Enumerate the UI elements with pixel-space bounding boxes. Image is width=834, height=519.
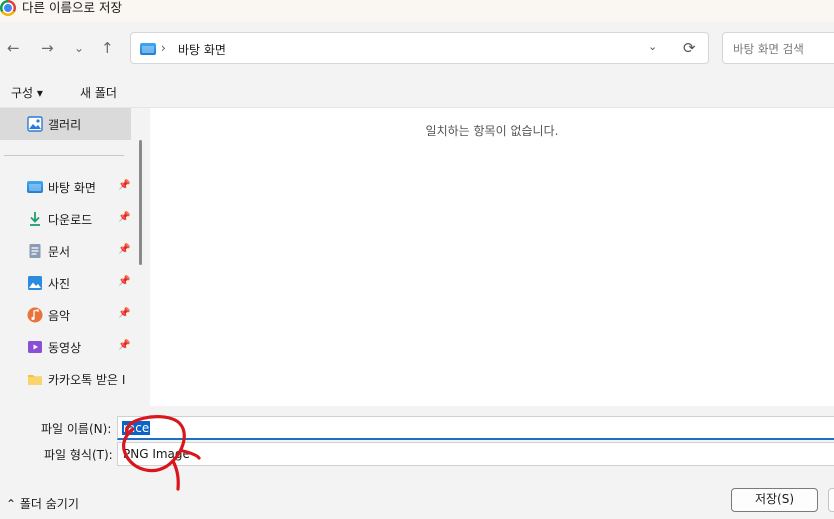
chevron-down-icon[interactable]: ⌄: [648, 40, 657, 53]
forward-arrow-icon[interactable]: →: [41, 40, 54, 56]
desktop-icon: [27, 181, 43, 193]
save-button[interactable]: 저장(S): [731, 488, 818, 512]
up-arrow-icon[interactable]: ↑: [101, 40, 114, 56]
filename-label: 파일 이름(N):: [41, 422, 112, 436]
sidebar-item-label: 사진: [48, 277, 71, 291]
filetype-label: 파일 형식(T):: [44, 448, 113, 462]
sidebar-item-pictures[interactable]: 사진 📌: [0, 267, 131, 299]
document-icon: [29, 244, 41, 258]
pin-icon: 📌: [118, 180, 131, 191]
back-arrow-icon[interactable]: ←: [7, 40, 20, 56]
filename-input[interactable]: race: [117, 416, 834, 440]
breadcrumb-chevron[interactable]: ›: [161, 41, 166, 55]
filetype-select[interactable]: PNG Image: [117, 442, 834, 466]
breadcrumb-location[interactable]: 바탕 화면: [178, 41, 226, 58]
pin-icon: 📌: [118, 308, 131, 319]
music-icon: [27, 307, 43, 323]
download-icon: [30, 212, 40, 226]
pictures-icon: [28, 276, 42, 290]
sidebar-item-kakaotalk-folder[interactable]: 카카오톡 받은 I: [0, 363, 131, 395]
sidebar-item-label: 카카오톡 받은 I: [48, 373, 126, 387]
cancel-button[interactable]: 취: [828, 488, 834, 512]
recent-locations-icon[interactable]: ⌄: [74, 40, 84, 56]
title-bar: 다른 이름으로 저장: [0, 0, 834, 22]
empty-state-message: 일치하는 항목이 없습니다.: [425, 124, 559, 138]
save-form: 파일 이름(N): race 파일 형식(T): PNG Image ⌃ 폴더 …: [0, 406, 834, 519]
pin-icon: 📌: [118, 212, 131, 223]
pin-icon: 📌: [118, 276, 131, 287]
pin-icon: 📌: [118, 340, 131, 351]
search-box[interactable]: 바탕 화면 검색: [722, 32, 834, 64]
filetype-value[interactable]: PNG Image: [123, 447, 190, 461]
sidebar-item-label: 음악: [48, 309, 71, 323]
sidebar-item-label: 문서: [48, 245, 71, 259]
sidebar-item-label: 다운로드: [48, 213, 93, 227]
sidebar-scrollbar[interactable]: [139, 140, 142, 265]
desktop-folder-icon: [140, 43, 156, 55]
command-bar: 구성 ▾ 새 폴더: [0, 77, 834, 108]
organize-menu[interactable]: 구성 ▾: [11, 84, 43, 101]
sidebar-item-downloads[interactable]: 다운로드 📌: [0, 203, 131, 235]
folder-icon: [28, 375, 42, 385]
hide-folders-toggle[interactable]: ⌃ 폴더 숨기기: [6, 495, 79, 512]
sidebar-item-label: 갤러리: [48, 118, 82, 132]
sidebar-divider: [4, 155, 124, 156]
navigation-pane: 갤러리 바탕 화면 📌 다운로드 📌 문서 📌 사진 📌 음악 📌 동영상 📌 …: [0, 108, 148, 406]
window-title: 다른 이름으로 저장: [22, 0, 122, 15]
sidebar-item-documents[interactable]: 문서 📌: [0, 235, 131, 267]
sidebar-item-videos[interactable]: 동영상 📌: [0, 331, 131, 363]
filename-value[interactable]: race: [122, 421, 151, 435]
file-list-pane[interactable]: 일치하는 항목이 없습니다.: [150, 108, 834, 406]
sidebar-item-music[interactable]: 음악 📌: [0, 299, 131, 331]
new-folder-button[interactable]: 새 폴더: [80, 84, 117, 101]
chrome-icon: [0, 0, 16, 16]
sidebar-item-label: 바탕 화면: [48, 181, 96, 195]
sidebar-item-desktop[interactable]: 바탕 화면 📌: [0, 171, 131, 203]
refresh-icon[interactable]: ⟳: [683, 39, 696, 57]
gallery-icon: [27, 116, 43, 132]
pin-icon: 📌: [118, 244, 131, 255]
address-bar[interactable]: › 바탕 화면 ⌄ ⟳: [130, 32, 709, 64]
navigation-bar: ← → ⌄ ↑ › 바탕 화면 ⌄ ⟳ 바탕 화면 검색: [0, 22, 834, 77]
search-placeholder[interactable]: 바탕 화면 검색: [733, 41, 804, 57]
sidebar-item-gallery[interactable]: 갤러리: [0, 108, 131, 140]
sidebar-item-label: 동영상: [48, 341, 82, 355]
video-icon: [28, 341, 42, 353]
